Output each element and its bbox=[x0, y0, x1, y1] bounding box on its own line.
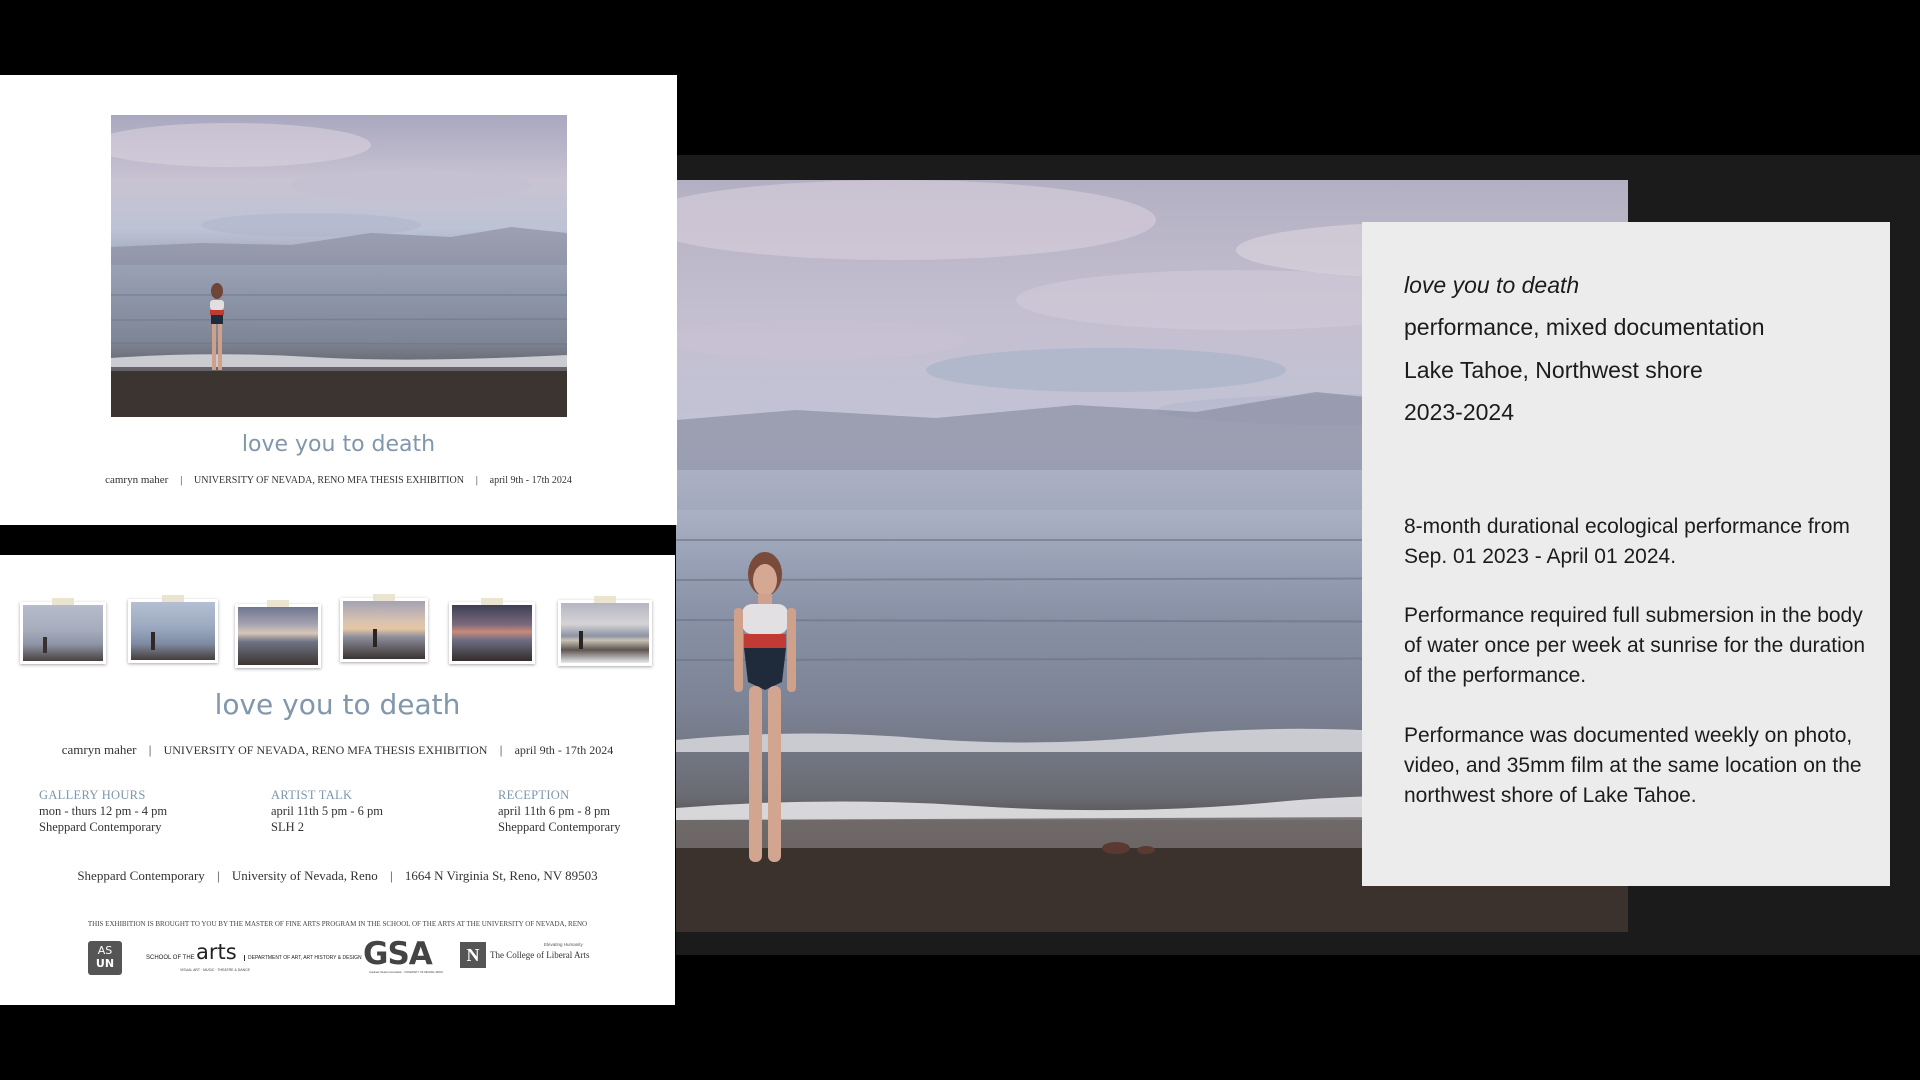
poster-title: love you to death bbox=[241, 432, 436, 457]
reception-venue: Sheppard Contemporary bbox=[498, 820, 621, 834]
address-separator: | bbox=[217, 868, 220, 883]
gsa-sub: Graduate Student Association · UNIVERSIT… bbox=[369, 971, 443, 974]
artwork-years: 2023-2024 bbox=[1404, 399, 1514, 425]
poster-title: love you to death bbox=[214, 688, 461, 721]
reception-heading: RECEPTION bbox=[498, 788, 570, 802]
thumbnail-photo bbox=[558, 596, 652, 666]
gsa-text: GSA bbox=[363, 936, 433, 972]
gsa-logo: GSA Graduate Student Association · UNIVE… bbox=[363, 936, 443, 978]
venue-address-line: Sheppard Contemporary | University of Ne… bbox=[0, 868, 675, 884]
performer-figure bbox=[734, 552, 796, 862]
credit-artist: camryn maher bbox=[61, 742, 137, 757]
credit-dates: april 9th - 17th 2024 bbox=[489, 475, 572, 486]
artwork-description-1: 8-month durational ecological performanc… bbox=[1404, 515, 1850, 568]
gallery-hours-heading: GALLERY HOURS bbox=[39, 788, 146, 802]
venue-address: 1664 N Virginia St, Reno, NV 89503 bbox=[404, 868, 598, 883]
credit-dates: april 9th - 17th 2024 bbox=[514, 743, 614, 757]
thumbnail-photo bbox=[20, 598, 106, 664]
asun-logo: AS UN bbox=[88, 941, 122, 975]
thumbnail-photo bbox=[340, 594, 428, 662]
college-liberal-arts-logo: Elevating Humanity The College of Libera… bbox=[490, 942, 600, 968]
department-label: DEPARTMENT OF ART, ART HISTORY & DESIGN bbox=[244, 955, 362, 961]
credit-artist: camryn maher bbox=[105, 474, 169, 486]
thumbnail-photo bbox=[235, 600, 321, 668]
poster-photo bbox=[111, 115, 567, 417]
artist-talk-heading: ARTIST TALK bbox=[271, 788, 353, 802]
gallery-hours-venue: Sheppard Contemporary bbox=[39, 820, 162, 834]
artwork-description-3: Performance was documented weekly on pho… bbox=[1404, 724, 1862, 807]
school-main: arts bbox=[196, 940, 237, 964]
cla-text: The College of Liberal Arts bbox=[490, 950, 590, 960]
poster-credit-line: camryn maher | UNIVERSITY OF NEVADA, REN… bbox=[0, 474, 677, 486]
sponsor-note: THIS EXHIBITION IS BROUGHT TO YOU BY THE… bbox=[87, 920, 588, 928]
thumbnail-photo bbox=[128, 595, 218, 663]
asun-logo-text: AS bbox=[97, 944, 113, 957]
school-of-the-arts-logo: SCHOOL OF THE arts VISUAL ART · MUSIC · … bbox=[146, 940, 362, 974]
gallery-hours-time: mon - thurs 12 pm - 4 pm bbox=[39, 804, 168, 818]
asun-logo-text: UN bbox=[95, 957, 115, 970]
credit-separator: | bbox=[475, 474, 478, 486]
nevada-n-logo: N bbox=[460, 942, 486, 968]
reception-time: april 11th 6 pm - 8 pm bbox=[498, 804, 611, 818]
artist-talk-time: april 11th 5 pm - 6 pm bbox=[271, 804, 384, 818]
poster-credit-line: camryn maher | UNIVERSITY OF NEVADA, REN… bbox=[0, 742, 675, 758]
artwork-location: Lake Tahoe, Northwest shore bbox=[1404, 357, 1703, 383]
school-prefix: SCHOOL OF THE bbox=[146, 955, 195, 961]
credit-separator: | bbox=[180, 474, 183, 486]
artwork-title: love you to death bbox=[1404, 272, 1580, 298]
credit-separator: | bbox=[148, 742, 152, 757]
venue-name: Sheppard Contemporary bbox=[77, 868, 205, 883]
venue-university: University of Nevada, Reno bbox=[231, 868, 378, 883]
credit-program: UNIVERSITY OF NEVADA, RENO MFA THESIS EX… bbox=[194, 475, 464, 486]
artwork-medium: performance, mixed documentation bbox=[1404, 314, 1765, 340]
address-separator: | bbox=[390, 868, 393, 883]
school-sub: VISUAL ART · MUSIC · THEATRE & DANCE bbox=[180, 968, 251, 972]
cla-small: Elevating Humanity bbox=[544, 942, 583, 947]
artist-talk-venue: SLH 2 bbox=[271, 820, 304, 834]
credit-separator: | bbox=[499, 742, 503, 757]
credit-program: UNIVERSITY OF NEVADA, RENO MFA THESIS EX… bbox=[163, 743, 488, 757]
artwork-description-2: Performance required full submersion in … bbox=[1404, 604, 1866, 687]
thumbnail-photo bbox=[449, 598, 535, 664]
